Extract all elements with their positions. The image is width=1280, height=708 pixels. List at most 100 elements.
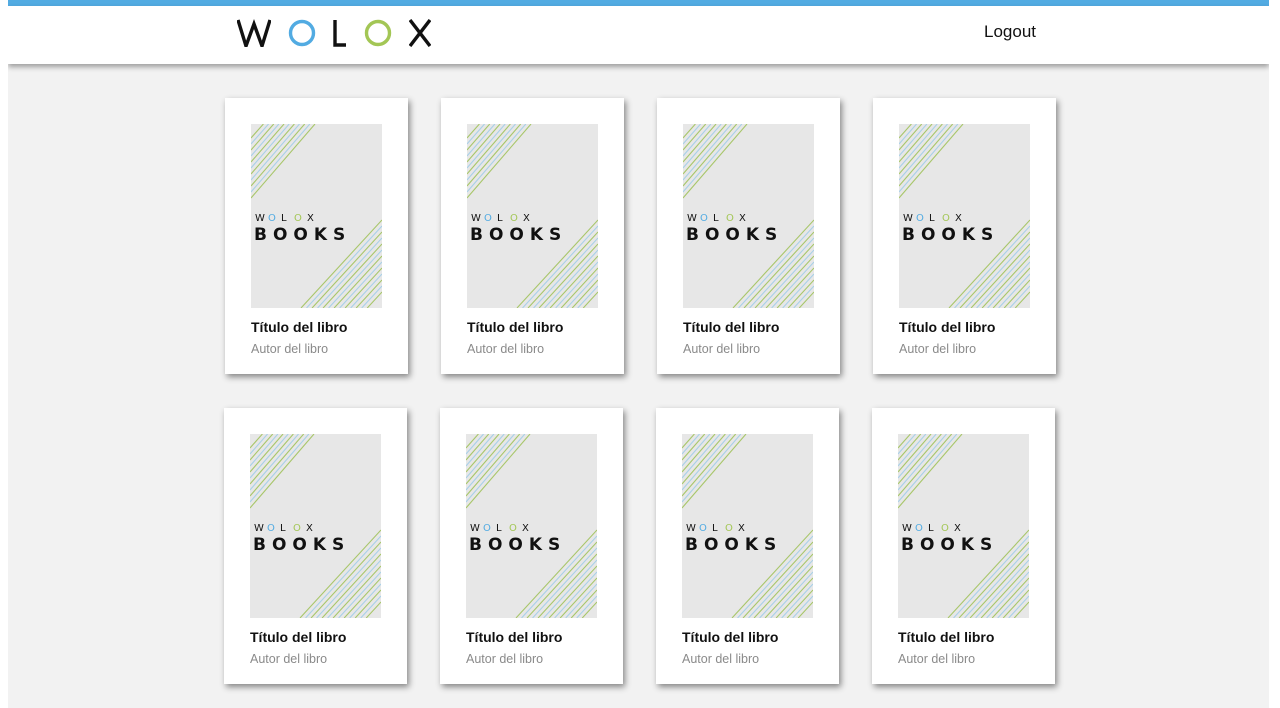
logo-letter-x [409,19,431,47]
cover-brand-letter: O [509,523,517,534]
cover-brand-letter: L [496,523,502,534]
cover-books-label: BOOKS [254,225,351,245]
cover-brand-letter: L [929,213,935,224]
cover-stripes-top [250,434,315,509]
book-cover: W O L O X BOOKS [466,434,597,618]
cover-brand-letter: X [523,213,530,224]
cover-brand-letter: X [739,213,746,224]
book-title: Título del libro [251,319,348,335]
book-cover: W O L O X BOOKS [250,434,381,618]
cover-brand-letter: O [483,523,491,534]
book-cover-art: W O L O XBOOKS [899,124,1030,308]
cover-brand-letter: L [280,523,286,534]
cover-brand-letter: X [307,213,314,224]
cover-stripes-top [251,124,316,199]
book-cover: W O L O X BOOKS [683,124,814,308]
book-cover: W O L O X BOOKS [898,434,1029,618]
logo-letter-o-blue [288,19,316,47]
book-title: Título del libro [467,319,564,335]
book-card[interactable]: W O L O X BOOKS Título del libro Autor del libr… [872,408,1055,684]
cover-books-label: BOOKS [902,225,999,245]
cover-stripes-top [898,434,963,509]
cover-brand-letter: W [255,213,265,224]
cover-brand-letter: O [941,523,949,534]
page: Logout W O L O X BOOKS Título del libro Autor d… [8,0,1269,708]
cover-brand-letter: O [700,213,708,224]
book-card[interactable]: W O L O X BOOKS Título del libro Autor del libr… [440,408,623,684]
cover-brand-letter: X [954,523,961,534]
cover-brand-letter: L [281,213,287,224]
book-cover-art: W O L O XBOOKS [251,124,382,308]
cover-brand-letter: O [942,213,950,224]
book-author: Autor del libro [683,342,761,356]
cover-brand-letter: L [928,523,934,534]
cover-brand-letter: W [470,523,480,534]
cover-brand-letter: X [306,523,313,534]
book-cover-art: W O L O XBOOKS [466,434,597,618]
cover-books-label: BOOKS [685,535,782,555]
cover-brand-letter: O [726,213,734,224]
book-title: Título del libro [466,629,563,645]
cover-brand-letter: W [902,523,912,534]
cover-brand-letter: O [268,213,276,224]
book-cover-art: W O L O XBOOKS [250,434,381,618]
cover-brand-letter: W [686,523,696,534]
cover-brand-letter: O [293,523,301,534]
cover-stripes-top [899,124,964,199]
book-title: Título del libro [898,629,995,645]
book-card[interactable]: W O L O X BOOKS Título del libro Autor del libr… [441,98,624,374]
wolox-logo[interactable] [237,18,431,48]
cover-brand-letter: O [484,213,492,224]
book-author: Autor del libro [466,652,544,666]
cover-brand-letter: L [713,213,719,224]
cover-brand-letter: L [712,523,718,534]
book-author: Autor del libro [251,342,329,356]
cover-brand-letter: W [471,213,481,224]
cover-brand-letter: X [522,523,529,534]
cover-brand-letter: W [687,213,697,224]
book-card[interactable]: W O L O X BOOKS Título del libro Autor del libr… [873,98,1056,374]
cover-stripes-top [683,124,748,199]
logout-button[interactable]: Logout [984,22,1036,42]
book-cover: W O L O X BOOKS [251,124,382,308]
book-cover: W O L O X BOOKS [682,434,813,618]
book-cover: W O L O X BOOKS [467,124,598,308]
book-title: Título del libro [683,319,780,335]
book-title: Título del libro [250,629,347,645]
book-title: Título del libro [682,629,779,645]
cover-books-label: BOOKS [469,535,566,555]
book-cover-art: W O L O XBOOKS [898,434,1029,618]
cover-stripes-top [682,434,747,509]
cover-brand-letter: L [497,213,503,224]
book-cover-art: W O L O XBOOKS [683,124,814,308]
cover-books-label: BOOKS [253,535,350,555]
book-cover-art: W O L O XBOOKS [467,124,598,308]
book-card[interactable]: W O L O X BOOKS Título del libro Autor del libr… [657,98,840,374]
app-header: Logout [8,6,1269,64]
cover-books-label: BOOKS [686,225,783,245]
book-author: Autor del libro [899,342,977,356]
cover-books-label: BOOKS [470,225,567,245]
cover-brand-letter: O [294,213,302,224]
cover-brand-letter: W [903,213,913,224]
cover-brand-letter: X [955,213,962,224]
logo-letter-w [237,19,271,47]
book-card[interactable]: W O L O X BOOKS Título del libro Autor del libr… [224,408,407,684]
cover-brand-letter: O [699,523,707,534]
book-author: Autor del libro [898,652,976,666]
book-author: Autor del libro [250,652,328,666]
cover-brand-letter: W [254,523,264,534]
cover-brand-letter: O [725,523,733,534]
book-cover: W O L O X BOOKS [899,124,1030,308]
cover-brand-letter: O [267,523,275,534]
cover-books-label: BOOKS [901,535,998,555]
cover-brand-letter: X [738,523,745,534]
logo-letter-l [333,20,346,47]
logo-letter-o-green [364,19,392,47]
book-card[interactable]: W O L O X BOOKS Título del libro Autor del libr… [656,408,839,684]
book-cover-art: W O L O XBOOKS [682,434,813,618]
cover-stripes-top [467,124,532,199]
cover-stripes-top [466,434,531,509]
book-title: Título del libro [899,319,996,335]
book-card[interactable]: W O L O X BOOKS Título del libro Autor del libr… [225,98,408,374]
